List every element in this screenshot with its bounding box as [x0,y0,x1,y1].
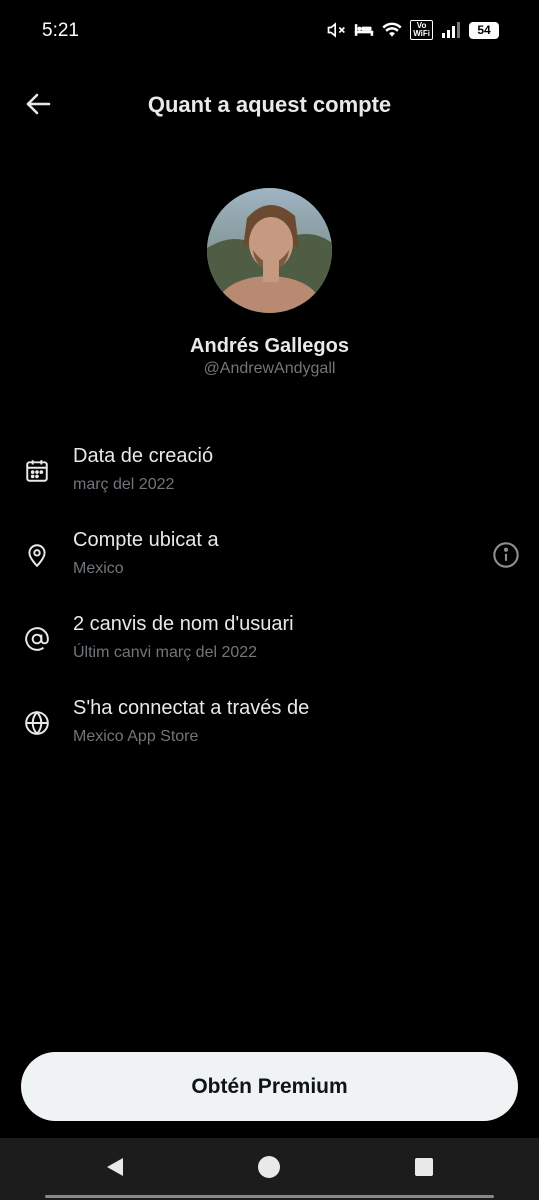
info-subtitle: març del 2022 [73,476,175,493]
page-title: Quant a aquest compte [147,92,392,117]
info-subtitle: Mexico [73,560,124,577]
calendar-icon [22,456,52,486]
volte-icon: Vo WiFi [410,20,433,40]
wifi-icon [382,22,402,38]
globe-icon [22,708,52,738]
battery-icon: 54 [469,21,499,39]
status-icons: Vo WiFi 54 [326,20,499,40]
nav-back-button[interactable] [98,1152,132,1186]
get-premium-button[interactable]: Obtén Premium [21,1052,518,1121]
bed-icon [354,22,374,38]
signal-icon [441,22,461,38]
info-title: S'ha connectat a través de [73,697,310,719]
info-title: Compte ubicat a [73,529,219,551]
info-title: Data de creació [73,445,214,467]
info-row-creation-date: Data de creació març del 2022 [0,440,539,524]
system-nav-bar [0,1138,539,1200]
vibrate-off-icon [326,20,346,40]
avatar[interactable] [207,188,332,313]
gesture-bar [45,1195,494,1198]
account-info-list: Data de creació març del 2022 Compte ubi… [0,440,539,776]
info-row-username-changes: 2 canvis de nom d'usuari Últim canvi mar… [0,608,539,692]
nav-home-button[interactable] [252,1152,286,1186]
nav-recents-button[interactable] [407,1152,441,1186]
info-subtitle: Mexico App Store [73,728,199,745]
info-row-location: Compte ubicat a Mexico [0,524,539,608]
location-pin-icon [22,540,52,570]
display-name: Andrés Gallegos [190,335,349,357]
at-sign-icon [22,624,52,654]
info-row-connected-via: S'ha connectat a través de Mexico App St… [0,692,539,776]
info-circle-icon[interactable] [491,540,521,570]
status-time: 5:21 [42,20,79,41]
recents-square-icon [413,1156,435,1183]
header: Quant a aquest compte [0,76,539,134]
back-triangle-icon [104,1156,126,1183]
home-circle-icon [257,1155,281,1184]
username: @AndrewAndygall [203,360,336,377]
info-title: 2 canvis de nom d'usuari [73,613,294,635]
status-bar: 5:21 Vo WiFi 54 [0,0,539,64]
info-subtitle: Últim canvi març del 2022 [73,644,258,661]
